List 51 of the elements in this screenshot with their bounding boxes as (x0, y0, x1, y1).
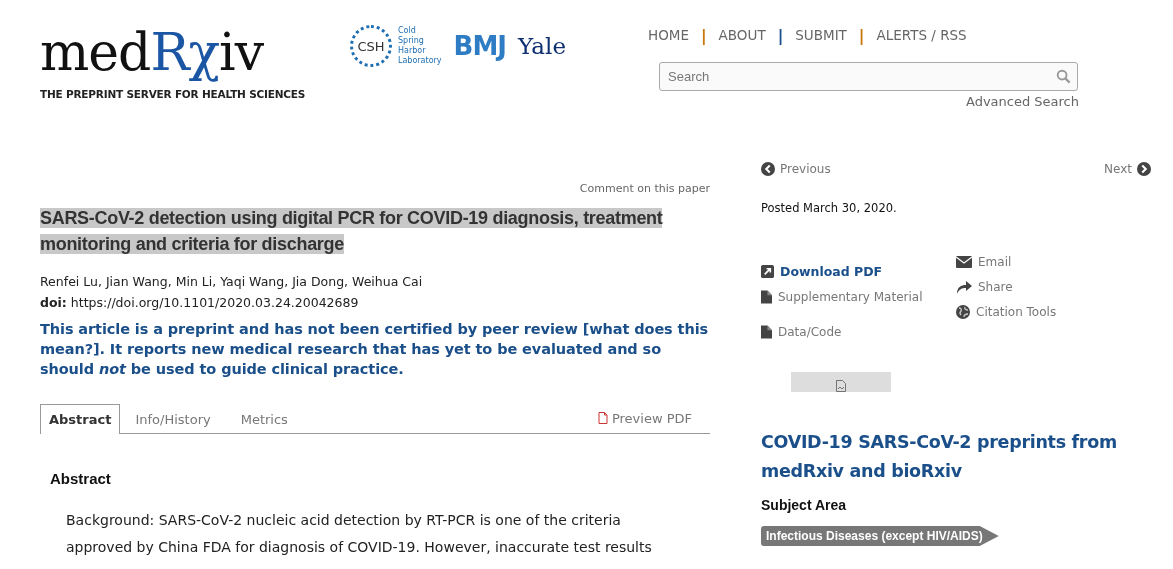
tab[interactable]: Abstract (40, 404, 121, 434)
nav-separator: | (856, 27, 867, 44)
posted-date: Posted March 30, 2020. (761, 201, 898, 215)
search-field[interactable]: Search (659, 62, 1078, 91)
globe-icon (956, 304, 970, 319)
nav-separator: | (698, 27, 709, 44)
subject-area-heading: Subject Area (761, 497, 848, 513)
nav-link[interactable]: ALERTS / RSS (876, 27, 967, 44)
download-pdf-link[interactable]: Download PDF (761, 259, 956, 284)
abstract-heading: Abstract (50, 470, 112, 487)
file-link[interactable]: Data/Code (761, 319, 956, 344)
arrow-right-icon (1137, 162, 1151, 176)
next-link[interactable]: Next (1104, 162, 1151, 176)
logo-tagline: THE PREPRINT SERVER FOR HEALTH SCIENCES (40, 88, 307, 100)
file-link[interactable]: Supplementary Material (761, 284, 956, 309)
nav-link[interactable]: ABOUT (718, 27, 766, 44)
logo-wordmark[interactable]: medRχiv (40, 22, 340, 82)
csh-logo-badge[interactable]: CSH (350, 25, 392, 67)
csh-logo-text: Cold Spring Harbor Laboratory (398, 26, 442, 66)
yale-logo[interactable]: Yale (517, 33, 567, 59)
file-icon (761, 324, 772, 339)
collection-link[interactable]: COVID-19 SARS-CoV-2 preprints from medRxiv and bioRxiv (761, 428, 1151, 486)
nav-link[interactable]: HOME (648, 27, 689, 44)
previous-link[interactable]: Previous (761, 162, 831, 176)
preview-pdf-link[interactable]: Preview PDF (597, 410, 692, 426)
doi-text: https://doi.org/10.1101/2020.03.24.20042689 (70, 295, 359, 310)
advanced-search-link[interactable]: Advanced Search (966, 94, 1079, 109)
preprint-notice: This article is a preprint and has not been certified by peer review [what does this mean?]. It reports new medical research that has yet to be evaluated and so should not be used to guide clinical practice. (40, 320, 710, 379)
globe-link[interactable]: Citation Tools (956, 299, 1151, 324)
arrow-left-icon (761, 162, 775, 176)
subject-tag[interactable]: Infectious Diseases (except HIV/AIDS) (761, 526, 999, 546)
email-link[interactable]: Email (956, 249, 1151, 274)
comment-link[interactable]: Comment on this paper (579, 182, 710, 195)
tab[interactable]: Info/History (120, 404, 226, 434)
tab[interactable]: Metrics (225, 404, 303, 434)
abstract-text: Background: SARS-CoV-2 nucleic acid detection by RT-PCR is one of the criteria approved by China FDA for diagnosis of COVID-19. However, inaccurate test results (66, 511, 653, 557)
author-list: Renfei Lu, Jian Wang, Min Li, Yaqi Wang, Jia Dong, Weihua Cai (40, 274, 710, 289)
doi-label: doi: (40, 295, 67, 310)
nav-link[interactable]: SUBMIT (795, 27, 847, 44)
broken-image-icon (836, 380, 846, 392)
search-icon[interactable] (1056, 69, 1071, 84)
envelope-icon (956, 255, 972, 268)
file-icon (761, 289, 772, 304)
article-title: SARS-CoV-2 detection using digital PCR for COVID-19 diagnosis, treatment monitoring and criteria for discharge (40, 207, 664, 256)
search-input[interactable]: Search (666, 68, 1056, 85)
bmj-logo[interactable]: BMJ (453, 31, 506, 61)
external-link-icon (761, 265, 774, 278)
pdf-file-icon (597, 412, 608, 424)
nav-separator: | (775, 27, 786, 44)
share-arrow-icon (956, 279, 972, 294)
share-link[interactable]: Share (956, 274, 1151, 299)
